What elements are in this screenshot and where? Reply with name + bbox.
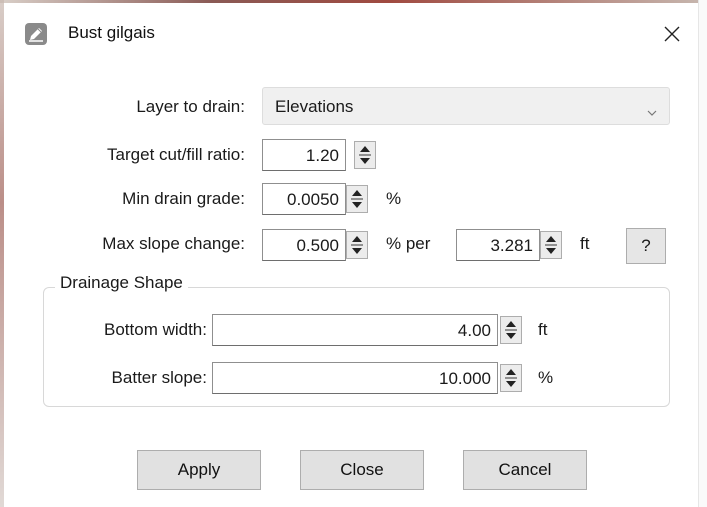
batter-slope-label: Batter slope:	[111, 368, 207, 387]
min-drain-grade-value: 0.0050	[287, 190, 339, 209]
min-drain-grade-unit: %	[386, 189, 402, 208]
batter-slope-spinner[interactable]	[500, 364, 522, 392]
layer-select[interactable]: Elevations	[262, 87, 670, 125]
slope-distance-value: 3.281	[490, 236, 533, 255]
max-slope-change-unit: % per	[386, 234, 431, 253]
min-drain-grade-spinner[interactable]	[346, 185, 368, 213]
bottom-width-unit: ft	[538, 320, 548, 339]
cut-fill-ratio-spinner[interactable]	[354, 141, 376, 169]
batter-slope-unit: %	[538, 368, 554, 387]
max-slope-change-value: 0.500	[296, 236, 339, 255]
edit-pencil-icon	[25, 23, 47, 45]
slope-distance-unit: ft	[580, 234, 590, 253]
chevron-down-icon	[647, 101, 657, 121]
layer-to-drain-label: Layer to drain:	[136, 97, 245, 116]
cut-fill-ratio-input[interactable]: 1.20	[262, 139, 346, 171]
cut-fill-ratio-value: 1.20	[305, 146, 339, 165]
bottom-width-label: Bottom width:	[104, 320, 207, 339]
slope-distance-spinner[interactable]	[540, 231, 562, 259]
drainage-shape-title: Drainage Shape	[55, 273, 188, 293]
window-frame-left	[0, 0, 4, 507]
cut-fill-ratio-label: Target cut/fill ratio:	[107, 145, 245, 164]
help-button[interactable]: ?	[626, 228, 666, 264]
window-title: Bust gilgais	[68, 23, 155, 42]
bottom-width-spinner[interactable]	[500, 316, 522, 344]
close-icon[interactable]	[656, 18, 688, 50]
max-slope-change-spinner[interactable]	[346, 231, 368, 259]
min-drain-grade-input[interactable]: 0.0050	[262, 183, 346, 215]
layer-select-value: Elevations	[275, 97, 354, 116]
max-slope-change-label: Max slope change:	[102, 234, 245, 253]
cancel-button[interactable]: Cancel	[463, 450, 587, 490]
batter-slope-value: 10.000	[439, 369, 491, 388]
apply-button[interactable]: Apply	[137, 450, 261, 490]
slope-distance-input[interactable]: 3.281	[456, 229, 540, 261]
title-bar: Bust gilgais	[8, 8, 698, 56]
max-slope-change-input[interactable]: 0.500	[262, 229, 346, 261]
window-frame-right	[698, 0, 707, 507]
batter-slope-input[interactable]: 10.000	[212, 362, 498, 394]
bottom-width-value: 4.00	[457, 321, 491, 340]
window-frame-top	[0, 0, 707, 3]
close-button[interactable]: Close	[300, 450, 424, 490]
bust-gilgais-dialog: Bust gilgais Layer to drain: Elevations …	[0, 0, 707, 507]
min-drain-grade-label: Min drain grade:	[122, 189, 245, 208]
bottom-width-input[interactable]: 4.00	[212, 314, 498, 346]
